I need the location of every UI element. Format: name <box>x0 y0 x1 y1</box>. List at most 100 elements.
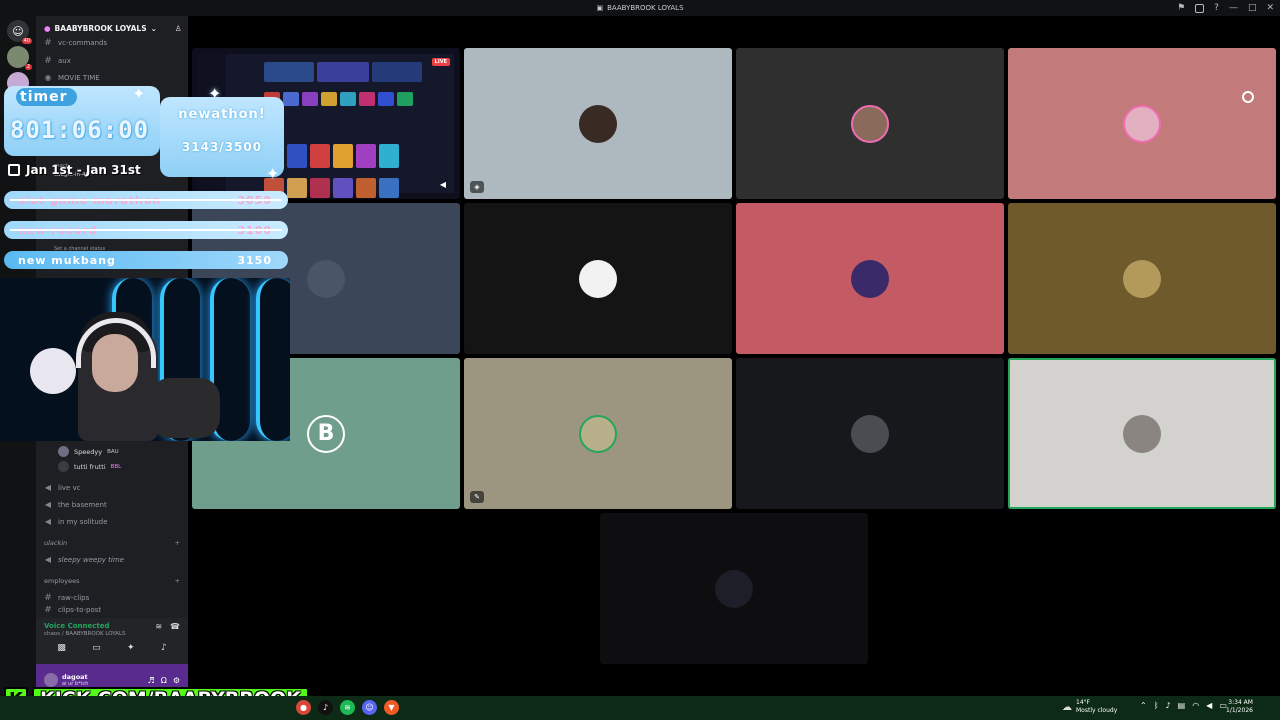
stage-icon: ◉ <box>44 73 52 82</box>
activities-icon[interactable]: ✦ <box>127 643 135 653</box>
participant-tile[interactable] <box>736 203 1004 354</box>
game-card <box>310 178 330 198</box>
channel-vc-commands[interactable]: # vc-commands <box>36 34 188 51</box>
avatar[interactable] <box>44 673 58 687</box>
bluetooth-icon[interactable]: ᛒ <box>1154 701 1159 710</box>
add-member-icon[interactable]: ♙ <box>175 24 182 33</box>
banner <box>372 62 422 82</box>
camera-off-icon[interactable]: ▩ <box>57 643 66 653</box>
timer-value: 801:06:00 <box>10 116 150 144</box>
voice-channel-in-my-solitude[interactable]: ◀ in my solitude <box>36 513 188 530</box>
channel-raw-clips[interactable]: # raw-clips <box>36 589 188 606</box>
microphone-icon[interactable]: ♬ <box>148 676 155 685</box>
voice-location[interactable]: chaos / BAABYBROOK LOYALS <box>44 631 126 637</box>
banner <box>264 62 314 82</box>
direct-messages-button[interactable]: ☺ 40 <box>7 20 32 44</box>
cloud-icon: ☁ <box>1062 701 1072 713</box>
calendar-icon <box>8 164 20 176</box>
avatar <box>1123 104 1161 143</box>
inbox-icon[interactable] <box>1195 3 1205 13</box>
maximize-button[interactable]: □ <box>1248 3 1257 13</box>
participant-tile[interactable] <box>736 358 1004 509</box>
minimize-button[interactable]: — <box>1229 3 1238 13</box>
unread-badge: 2 <box>24 64 32 70</box>
settings-gear-icon[interactable]: ⚙ <box>173 676 180 685</box>
participant-tile[interactable] <box>736 48 1004 199</box>
category-employees[interactable]: employees + <box>36 572 188 589</box>
avatar <box>58 446 69 457</box>
volume-icon[interactable]: ◀ <box>1206 701 1212 710</box>
participant-tile[interactable]: ◈ <box>464 48 732 199</box>
mic-icon[interactable]: ♪ <box>1166 701 1171 710</box>
goal-bar-next: new mukbang 3150 <box>4 251 288 269</box>
participant-tile[interactable] <box>600 513 868 664</box>
participant-tile[interactable]: ✎ <box>464 358 732 509</box>
voice-user[interactable]: tutti frutti BBL <box>36 459 188 474</box>
game-card <box>356 144 376 168</box>
avatar <box>307 259 345 298</box>
goal-bar-completed: slot game marathon 3050 <box>4 191 288 209</box>
add-channel-icon[interactable]: + <box>175 539 180 547</box>
soundboard-icon[interactable]: ♪ <box>161 643 167 653</box>
sparkle-icon: ✦ <box>266 164 280 183</box>
headphones-icon[interactable]: Ω <box>161 676 167 685</box>
noise-suppression-icon[interactable]: ≋ <box>155 622 162 637</box>
game-card <box>397 92 413 106</box>
game-card <box>283 92 299 106</box>
os-taskbar: ● ♪ ≋ ☺ ▼ ☁ 14°F Mostly cloudy ⌃ ᛒ ♪ ▤ ◠… <box>0 696 1280 720</box>
screenshare-game-row <box>264 92 413 106</box>
chrome-icon[interactable]: ● <box>296 700 311 715</box>
volume-icon[interactable]: ◀ <box>440 180 446 189</box>
chevron-up-icon[interactable]: ⌃ <box>1140 701 1147 710</box>
voice-connection-panel: Voice Connected chaos / BAABYBROOK LOYAL… <box>36 618 188 664</box>
participant-tile[interactable] <box>1008 48 1276 199</box>
spotify-icon[interactable]: ≋ <box>340 700 355 715</box>
taskbar-clock[interactable]: 3:34 AM 1/1/2026 <box>1226 699 1253 715</box>
participant-tile[interactable] <box>464 203 732 354</box>
wifi-icon[interactable]: ◠ <box>1192 701 1199 710</box>
game-card <box>379 144 399 168</box>
goal-title: newathon! <box>178 107 266 122</box>
voice-user[interactable]: Speedyy BAU <box>36 444 188 459</box>
discord-icon[interactable]: ☺ <box>362 700 377 715</box>
brave-icon[interactable]: ▼ <box>384 700 399 715</box>
channel-clips-to-post[interactable]: # clips-to-post <box>36 606 188 614</box>
strikethrough-line <box>10 199 282 201</box>
close-button[interactable]: ✕ <box>1266 3 1274 13</box>
voice-users-list: Speedyy BAU tutti frutti BBL <box>36 444 188 474</box>
screen-share-icon[interactable]: ▭ <box>92 643 101 653</box>
help-icon[interactable]: ? <box>1214 3 1219 13</box>
channel-sleepy-weepy-time[interactable]: ◀ sleepy weepy time <box>36 551 188 568</box>
chevron-down-icon: ⌄ <box>150 23 157 33</box>
weather-widget[interactable]: ☁ 14°F Mostly cloudy <box>1062 699 1117 715</box>
channel-aux[interactable]: # aux <box>36 52 188 69</box>
speaker-icon: ◀ <box>44 500 52 509</box>
participant-tile[interactable] <box>1008 203 1276 354</box>
disconnect-icon[interactable]: ☎ <box>170 622 180 637</box>
game-card <box>310 144 330 168</box>
avatar <box>1123 414 1161 453</box>
participant-tile[interactable] <box>1008 358 1276 509</box>
network-icon[interactable]: ▤ <box>1178 701 1186 710</box>
voice-channel-the-basement[interactable]: ◀ the basement <box>36 496 188 513</box>
add-channel-icon[interactable]: + <box>175 577 180 585</box>
server-badge-icon: ● <box>44 23 51 33</box>
game-card <box>287 144 307 168</box>
server-icon[interactable]: 2 <box>7 46 32 70</box>
avatar <box>579 104 617 143</box>
channel-movie-time[interactable]: ◉ MOVIE TIME <box>36 69 188 86</box>
category-ulackin[interactable]: ulackin + <box>36 534 188 551</box>
speaker-icon: ◀ <box>44 517 52 526</box>
goal-bar-completed: new record 3100 <box>4 221 288 239</box>
tiktok-icon[interactable]: ♪ <box>318 700 333 715</box>
voice-channel-live-vc[interactable]: ◀ live vc <box>36 479 188 496</box>
screenshare-game-row <box>264 144 399 168</box>
timer-label: timer <box>16 88 1254 106</box>
pin-icon[interactable]: ⚑ <box>1177 3 1185 13</box>
game-card <box>379 178 399 198</box>
window-titlebar: ▣ BAABYBROOK LOYALS ⚑ ? — □ ✕ <box>0 0 1280 16</box>
hash-icon: # <box>44 606 52 614</box>
voice-status: Voice Connected <box>44 622 110 630</box>
avatar <box>1123 259 1161 298</box>
avatar <box>58 461 69 472</box>
